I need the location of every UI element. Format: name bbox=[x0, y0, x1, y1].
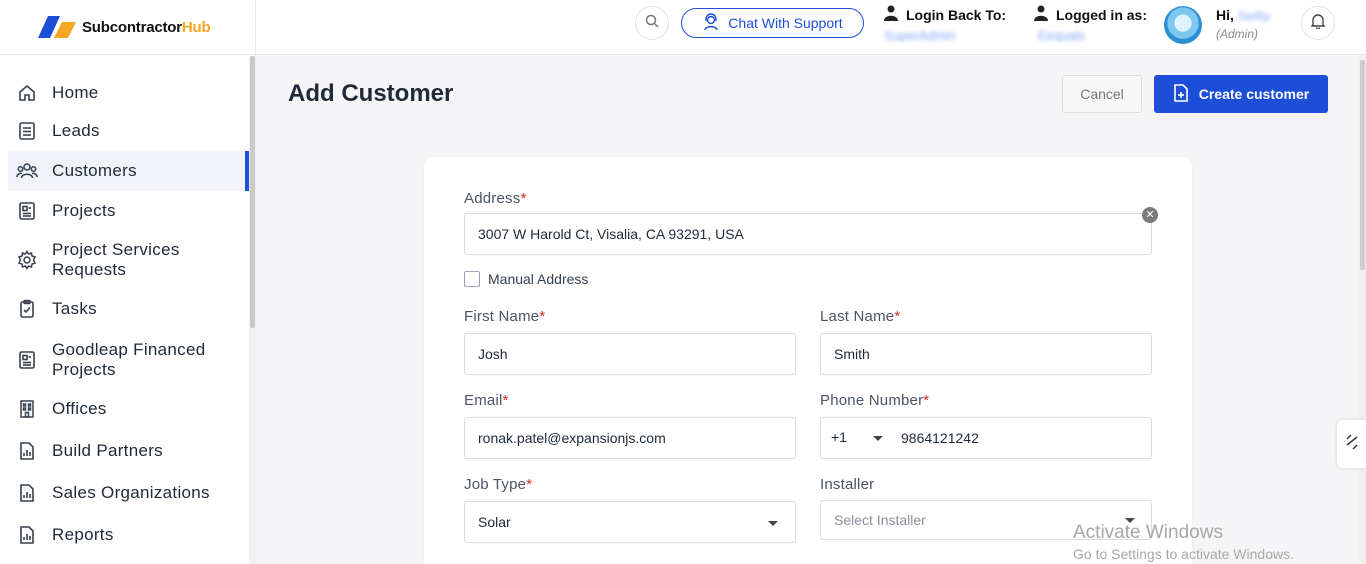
sidebar-item-tasks[interactable]: Tasks bbox=[8, 290, 249, 328]
sidebar-item-label: Offices bbox=[52, 399, 107, 418]
sidebar-item-reports[interactable]: Reports bbox=[8, 516, 249, 554]
sidebar-item-label: Build Partners bbox=[52, 441, 163, 460]
sidebar-item-projects[interactable]: Projects bbox=[8, 192, 249, 230]
create-customer-button[interactable]: Create customer bbox=[1154, 75, 1328, 113]
email-input[interactable]: ronak.patel@expansionjs.com bbox=[464, 417, 796, 459]
phone-input[interactable]: 9864121242 bbox=[820, 417, 1152, 459]
first-name-input[interactable]: Josh bbox=[464, 333, 796, 375]
chat-with-support-label: Chat With Support bbox=[728, 15, 843, 31]
logged-in-as: Logged in as: Eequals bbox=[1034, 5, 1147, 43]
chevron-down-icon[interactable] bbox=[768, 521, 778, 526]
home-icon bbox=[16, 82, 38, 104]
top-bar: Chat With Support Login Back To: SuperAd… bbox=[256, 0, 1366, 55]
user-icon bbox=[1034, 5, 1048, 24]
clipboard-icon bbox=[16, 298, 38, 320]
sidebar-item-customers[interactable]: Customers bbox=[8, 151, 249, 191]
user-name: Swifty bbox=[1237, 9, 1270, 23]
address-label: Address* bbox=[464, 190, 527, 207]
clear-address-icon[interactable]: ✕ bbox=[1142, 207, 1158, 223]
collapse-icon bbox=[1345, 433, 1359, 456]
user-role: (Admin) bbox=[1216, 27, 1259, 41]
search-icon bbox=[644, 13, 660, 34]
watermark-title: Activate Windows bbox=[1073, 522, 1223, 543]
job-type-label: Job Type* bbox=[464, 476, 533, 493]
report-icon bbox=[16, 524, 38, 546]
sidebar-item-sales-organizations[interactable]: Sales Organizations bbox=[8, 474, 249, 512]
watermark-subtitle: Go to Settings to activate Windows. bbox=[1073, 546, 1294, 562]
report-icon bbox=[16, 440, 38, 462]
sidebar-item-home[interactable]: Home bbox=[8, 74, 249, 112]
login-back-to[interactable]: Login Back To: SuperAdmin bbox=[884, 5, 1006, 43]
sidebar-item-label: Home bbox=[52, 83, 99, 102]
page-title: Add Customer bbox=[288, 80, 454, 107]
address-input[interactable]: 3007 W Harold Ct, Visalia, CA 93291, USA bbox=[464, 213, 1152, 255]
logged-in-label: Logged in as: bbox=[1056, 6, 1147, 23]
manual-address-checkbox[interactable] bbox=[464, 271, 480, 287]
gear-icon bbox=[16, 249, 38, 271]
logo[interactable]: SubcontractorHub bbox=[0, 0, 255, 55]
email-label: Email* bbox=[464, 392, 509, 409]
sidebar-item-label: Tasks bbox=[52, 299, 97, 318]
search-button[interactable] bbox=[635, 6, 669, 40]
greeting-label: Hi, bbox=[1216, 7, 1234, 23]
chat-with-support-button[interactable]: Chat With Support bbox=[681, 8, 864, 38]
sidebar-item-offices[interactable]: Offices bbox=[8, 390, 249, 428]
country-code-select[interactable]: +1 bbox=[831, 429, 847, 445]
avatar[interactable] bbox=[1164, 6, 1202, 44]
login-back-value[interactable]: SuperAdmin bbox=[884, 28, 1006, 43]
last-name-input[interactable]: Smith bbox=[820, 333, 1152, 375]
customers-icon bbox=[16, 160, 38, 182]
projects-icon bbox=[16, 200, 38, 222]
cancel-button[interactable]: Cancel bbox=[1062, 75, 1142, 113]
logged-in-value: Eequals bbox=[1038, 28, 1085, 43]
sidebar-scrollbar-thumb[interactable] bbox=[250, 56, 255, 328]
leads-icon bbox=[16, 120, 38, 142]
sidebar: SubcontractorHub Home Leads Customers Pr… bbox=[0, 0, 256, 564]
first-name-label: First Name* bbox=[464, 308, 546, 325]
sidebar-item-label: Goodleap Financed Projects bbox=[52, 340, 206, 379]
sidebar-item-label: Leads bbox=[52, 121, 100, 140]
building-icon bbox=[16, 398, 38, 420]
notifications-button[interactable] bbox=[1301, 6, 1335, 40]
create-customer-label: Create customer bbox=[1198, 86, 1310, 102]
sidebar-item-label: Customers bbox=[52, 161, 137, 180]
job-type-select[interactable]: Solar bbox=[464, 501, 796, 543]
sidebar-item-goodleap-financed-projects[interactable]: Goodleap Financed Projects bbox=[8, 336, 249, 384]
page-scrollbar-thumb[interactable] bbox=[1360, 60, 1365, 270]
sidebar-item-label: Reports bbox=[52, 525, 114, 544]
sidebar-item-label: Sales Organizations bbox=[52, 483, 210, 502]
collapse-panel-tab[interactable] bbox=[1337, 420, 1366, 468]
projects-icon bbox=[16, 349, 38, 371]
file-plus-icon bbox=[1173, 83, 1189, 105]
login-back-label: Login Back To: bbox=[906, 6, 1007, 23]
bell-icon bbox=[1310, 13, 1326, 34]
sidebar-item-project-services-requests[interactable]: Project Services Requests bbox=[8, 236, 249, 284]
sidebar-item-build-partners[interactable]: Build Partners bbox=[8, 432, 249, 470]
sidebar-item-label: Projects bbox=[52, 201, 116, 220]
phone-label: Phone Number* bbox=[820, 392, 930, 409]
user-icon bbox=[884, 5, 898, 24]
last-name-label: Last Name* bbox=[820, 308, 901, 325]
chevron-down-icon[interactable] bbox=[873, 436, 883, 441]
installer-label: Installer bbox=[820, 476, 875, 493]
manual-address-label: Manual Address bbox=[488, 271, 589, 287]
support-agent-icon bbox=[702, 12, 720, 34]
windows-activation-watermark: Activate Windows Go to Settings to activ… bbox=[1073, 522, 1294, 562]
brand-name: SubcontractorHub bbox=[82, 18, 211, 36]
brand-logo-icon bbox=[38, 16, 76, 38]
report-icon bbox=[16, 482, 38, 504]
sidebar-item-label: Project Services Requests bbox=[52, 240, 180, 279]
sidebar-item-leads[interactable]: Leads bbox=[8, 112, 249, 150]
user-greeting[interactable]: Hi, Swifty (Admin) bbox=[1216, 7, 1270, 41]
